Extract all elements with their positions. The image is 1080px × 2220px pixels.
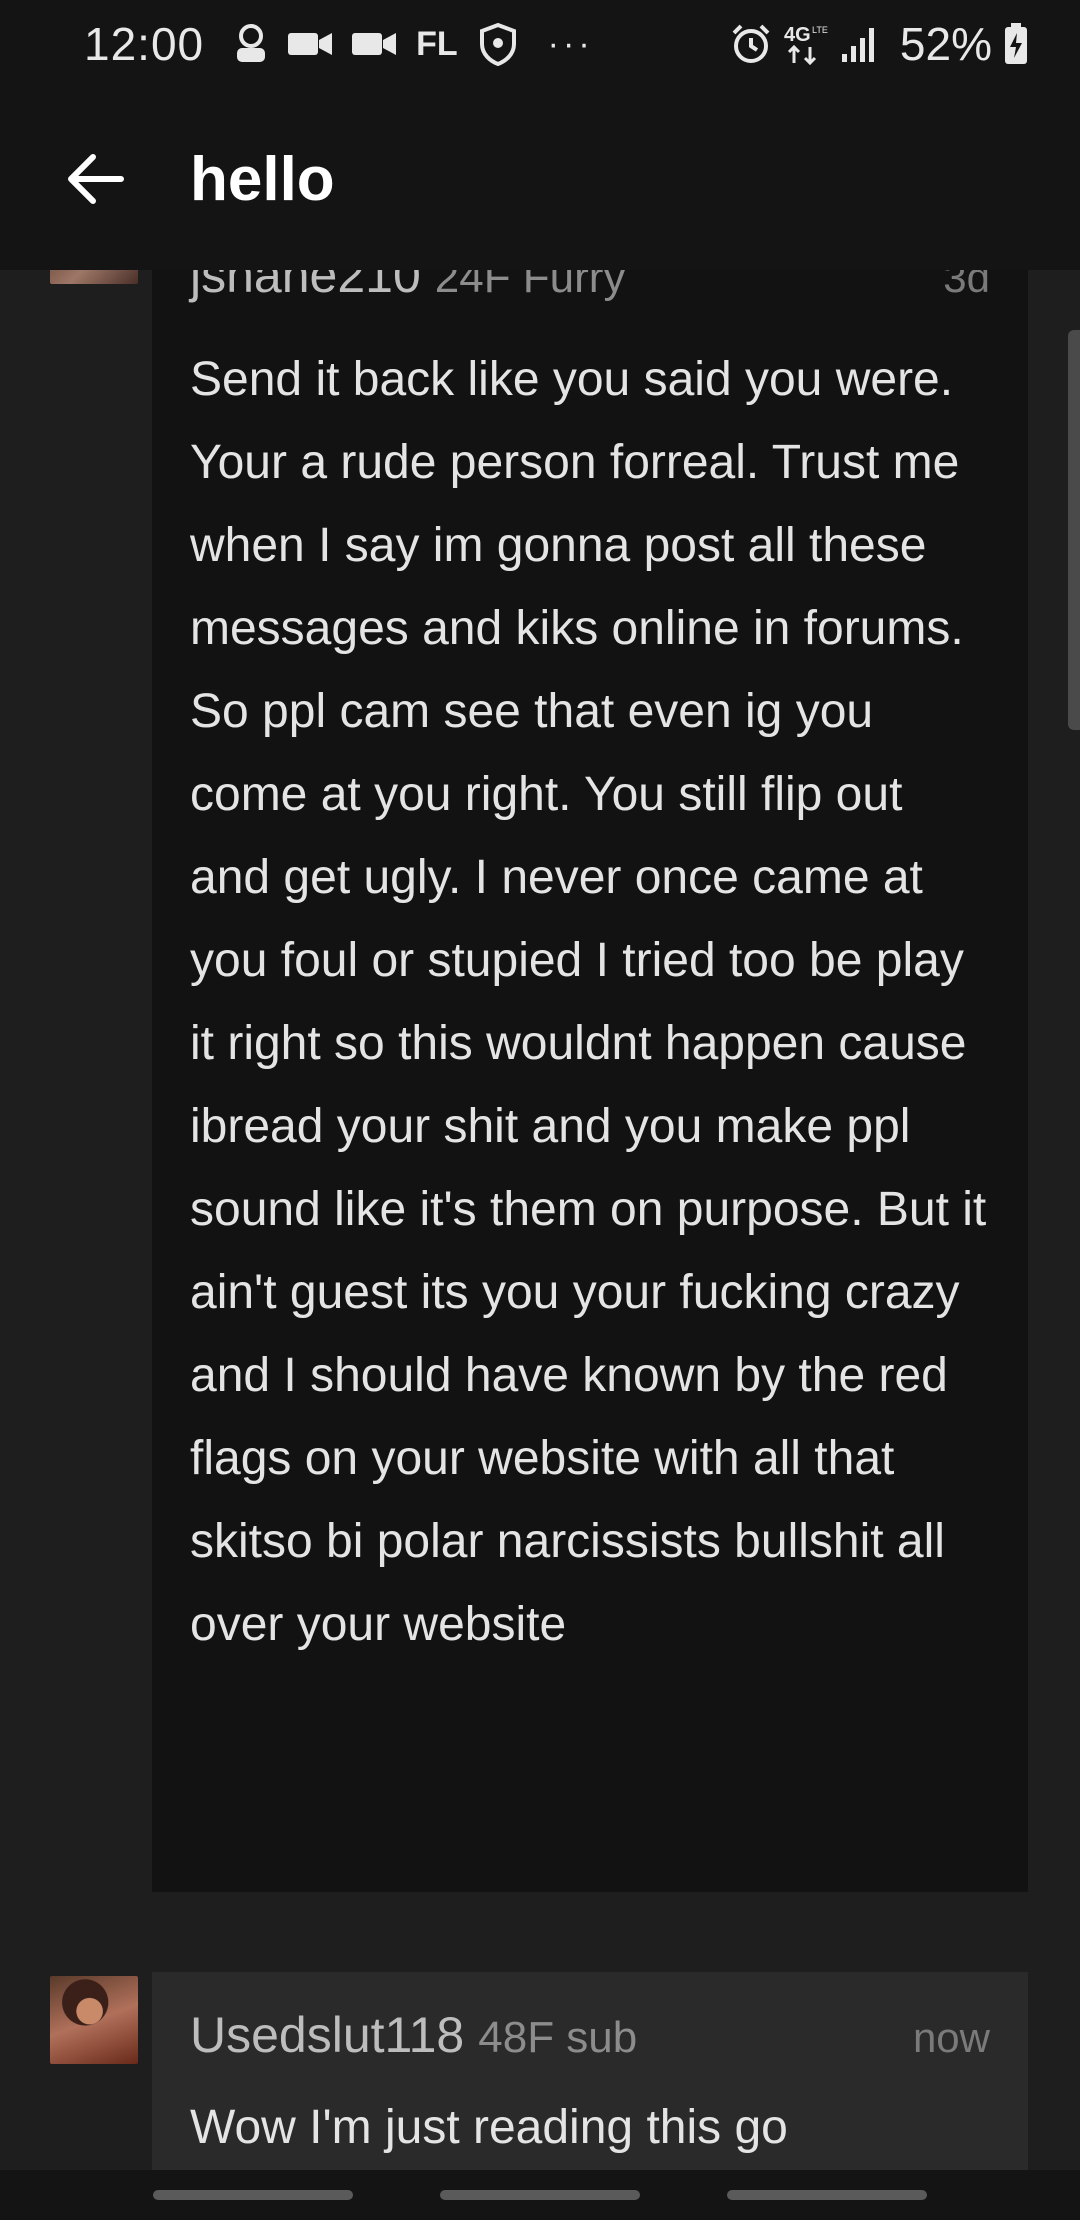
- app-bar: hello: [0, 88, 1080, 270]
- arrow-back-icon: [65, 151, 125, 207]
- svg-text:LTE: LTE: [812, 25, 828, 35]
- message-timestamp: 3d: [943, 270, 990, 301]
- message-card[interactable]: Usedslut118 48F sub now Wow I'm just rea…: [152, 1972, 1028, 2170]
- lte-icon: 4G LTE: [784, 23, 828, 65]
- status-icons-right: 4G LTE 52%: [730, 17, 1028, 71]
- message-text: Wow I'm just reading this go: [190, 2101, 788, 2154]
- status-time: 12:00: [84, 18, 205, 70]
- back-button[interactable]: [40, 124, 150, 234]
- scrollbar[interactable]: [1068, 330, 1080, 730]
- account-icon: [234, 24, 268, 64]
- avatar[interactable]: [50, 270, 138, 284]
- signal-icon: [840, 24, 880, 64]
- message-timestamp: now: [912, 2014, 990, 2061]
- battery-percentage: 52%: [899, 18, 992, 70]
- status-bar: 12:00 FL ··· 4G LTE 52%: [0, 0, 1080, 88]
- message-list[interactable]: jshane210 24F Furry 3d Send it back like…: [0, 270, 1080, 2170]
- message-card[interactable]: jshane210 24F Furry 3d Send it back like…: [152, 270, 1028, 1892]
- video-icon: [352, 29, 397, 59]
- navigation-bar: [0, 2170, 1080, 2220]
- user-meta: 24F Furry: [434, 270, 626, 302]
- home-button[interactable]: [439, 2190, 640, 2200]
- carrier-label: FL: [416, 24, 458, 63]
- video-icon: [288, 29, 333, 59]
- shield-icon: [478, 22, 518, 66]
- message-header: Usedslut118 48F sub now: [190, 1972, 990, 2086]
- status-icons-left: FL ···: [234, 22, 594, 66]
- more-notifications-icon: ···: [547, 24, 594, 63]
- alarm-icon: [730, 23, 772, 65]
- recent-apps-button[interactable]: [153, 2190, 354, 2200]
- battery-icon: [1004, 23, 1028, 65]
- back-nav-button[interactable]: [726, 2190, 927, 2200]
- svg-text:4G: 4G: [784, 24, 811, 46]
- message-header: jshane210 24F Furry 3d: [190, 270, 990, 338]
- avatar[interactable]: [50, 1976, 138, 2064]
- user-meta: 48F sub: [478, 2013, 638, 2062]
- username[interactable]: Usedslut118: [190, 2006, 464, 2064]
- username[interactable]: jshane210: [190, 270, 421, 304]
- message-text: Send it back like you said you were. You…: [190, 353, 987, 1651]
- conversation-title: hello: [190, 144, 335, 214]
